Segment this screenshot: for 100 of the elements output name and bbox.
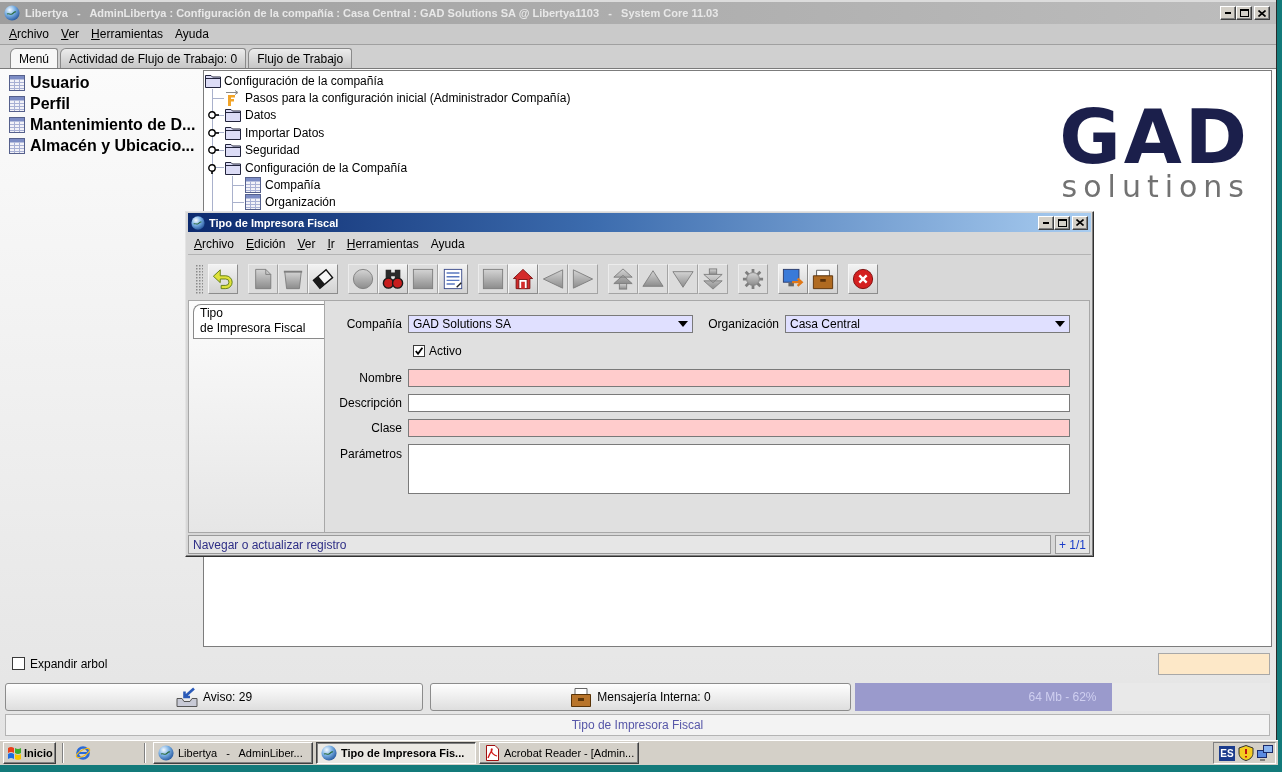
close-icon [1258,9,1266,17]
tree-item[interactable]: Pasos para la configuración inicial (Administrador Compañía) [245,91,571,106]
tree-item[interactable]: Datos [245,108,277,123]
toolbar-button[interactable] [508,264,538,294]
text-field[interactable] [408,419,1070,437]
binoculars-icon [382,268,404,290]
status-text: Tipo de Impresora Fiscal [571,718,704,732]
undo-arrow-icon [212,268,234,290]
minimize-icon [1225,12,1231,14]
checkbox-label: Expandir arbol [30,656,108,671]
menu-item[interactable]: Herramientas [85,26,170,42]
taskbar-button[interactable]: Acrobat Reader - [Admin... [479,742,639,764]
checkbox[interactable] [413,345,425,357]
tab[interactable]: Flujo de Trabajo [248,48,353,68]
taskbar-button[interactable]: Libertya - AdminLiber... [153,742,313,764]
tree-item[interactable]: Compañía [265,178,321,193]
caret-icon [678,321,688,327]
dropdown[interactable]: Casa Central [785,315,1070,333]
tab[interactable]: Actividad de Flujo de Trabajo: 0 [60,48,247,68]
circle-icon [352,268,374,290]
left-arrow-icon [542,268,564,290]
tree-toggle-icon[interactable] [208,128,219,137]
folder-icon [225,125,241,140]
menu-shortcut[interactable]: Almacén y Ubicacio... [30,136,195,155]
maximize-button[interactable] [1236,6,1252,20]
toolbar-button[interactable] [848,264,878,294]
folder-icon [225,160,241,175]
menu-item[interactable]: Ver [291,235,322,252]
window-title: Tipo de Impresora Fiscal [209,216,340,229]
double-up-arrow-icon [612,268,634,290]
dropdown[interactable]: GAD Solutions SA [408,315,693,333]
minimize-button[interactable] [1220,6,1236,20]
tree-item[interactable]: Configuración de la compañía [224,73,384,88]
menu-item[interactable]: Ayuda [169,26,215,42]
menu-item[interactable]: Herramientas [340,235,425,252]
table-icon [245,177,261,194]
menu-shortcut[interactable]: Usuario [30,73,90,92]
app-globe-icon [321,745,337,761]
menu-shortcut[interactable]: Perfil [30,94,70,113]
double-down-arrow-icon [702,268,724,290]
house-icon [512,268,534,290]
tree-toggle-icon[interactable] [208,163,216,174]
minimize-icon [1043,221,1049,224]
tree-item[interactable]: Configuración de la Compañía [245,160,408,175]
close-button[interactable] [1254,6,1270,20]
text-area[interactable] [408,444,1070,494]
status-button[interactable]: Mensajería Interna: 0 [430,683,851,711]
input-field[interactable] [1158,652,1270,675]
menu-item[interactable]: Ayuda [424,235,471,252]
menu-item[interactable]: Archivo [3,26,56,42]
tab[interactable]: Menú [10,48,59,68]
toolbar-button[interactable] [778,264,808,294]
square-icon [482,268,504,290]
table-icon [245,194,261,211]
menu-item[interactable]: Ver [55,26,86,42]
maximize-button[interactable] [1054,215,1070,230]
gear-icon [742,268,764,290]
text-field[interactable] [408,369,1070,387]
tree-item[interactable]: Seguridad [245,143,300,158]
close-icon [852,268,874,290]
up-arrow-icon [642,268,664,290]
inbox-arrow-icon [175,687,198,707]
toolbar-button[interactable] [378,264,408,294]
tab[interactable]: Tipo de Impresora Fiscal [193,304,325,339]
menu-item[interactable]: Edición [240,235,292,252]
language-indicator[interactable]: ES [1219,745,1235,761]
box-icon [570,687,593,707]
menu-item[interactable]: Ir [321,235,341,252]
minimize-button[interactable] [1038,215,1054,230]
checkbox[interactable] [12,657,25,670]
tree-item[interactable]: Importar Datos [245,125,325,140]
close-button[interactable] [1072,215,1088,230]
right-arrow-icon [572,268,594,290]
browser-icon[interactable] [75,745,91,761]
tree-toggle-icon[interactable] [208,111,219,120]
network-icon[interactable] [1257,745,1273,761]
diskette-icon [312,268,334,290]
maximize-icon [1057,218,1067,227]
down-arrow-icon [672,268,694,290]
tree-toggle-icon[interactable] [208,146,219,155]
field-label: Organización [707,317,779,331]
table-icon [9,74,25,91]
text-field[interactable] [408,394,1070,412]
taskbar-button[interactable]: Tipo de Impresora Fis... [316,742,476,764]
tree-item[interactable]: Organización [265,195,336,210]
checkbox-label: Activo [429,344,462,358]
monitor-icon [782,268,804,290]
page-icon [252,268,274,290]
status-message: Navegar o actualizar registro [193,537,347,552]
start-button[interactable]: Inicio [3,742,56,764]
menu-item[interactable]: Archivo [188,235,241,252]
table-icon [9,95,25,112]
folder-icon [205,73,221,88]
shield-icon[interactable] [1238,745,1254,761]
status-button[interactable]: Aviso: 29 [5,683,423,711]
grip-icon [195,264,203,294]
toolbar-button[interactable] [808,264,838,294]
logo-text: GAD [1059,107,1250,167]
toolbar-button[interactable] [308,264,338,294]
menu-shortcut[interactable]: Mantenimiento de D... [30,115,196,134]
